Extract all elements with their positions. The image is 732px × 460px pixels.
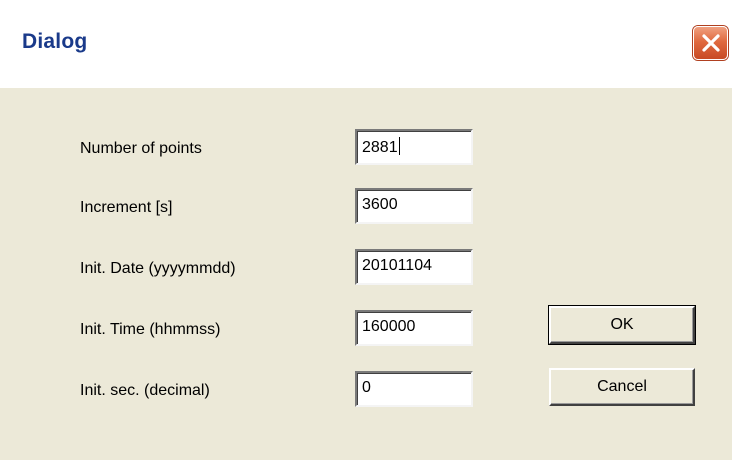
close-button[interactable] [693,26,728,60]
init-time-input[interactable]: 160000 [355,310,473,346]
dialog-window: Dialog Number of points 2881 Increment [… [0,0,732,460]
close-icon [702,34,720,52]
init-date-value: 20101104 [362,257,432,274]
number-of-points-value: 2881 [362,139,398,156]
init-sec-input[interactable]: 0 [355,371,473,407]
ok-button[interactable]: OK [548,305,696,345]
init-sec-value: 0 [362,379,371,396]
increment-label: Increment [s] [80,199,173,216]
dialog-client-area: Number of points 2881 Increment [s] 3600… [0,88,732,460]
text-caret [398,137,400,155]
title-bar-body [0,10,732,76]
window-title: Dialog [22,30,88,53]
number-of-points-input[interactable]: 2881 [355,129,473,165]
init-date-input[interactable]: 20101104 [355,249,473,285]
init-time-label: Init. Time (hhmmss) [80,321,221,338]
title-bar[interactable]: Dialog [0,0,732,88]
cancel-button[interactable]: Cancel [549,368,695,406]
init-sec-label: Init. sec. (decimal) [80,382,210,399]
number-of-points-label: Number of points [80,140,202,157]
init-date-label: Init. Date (yyyymmdd) [80,260,236,277]
init-time-value: 160000 [362,318,416,335]
increment-value: 3600 [362,196,398,213]
increment-input[interactable]: 3600 [355,188,473,224]
